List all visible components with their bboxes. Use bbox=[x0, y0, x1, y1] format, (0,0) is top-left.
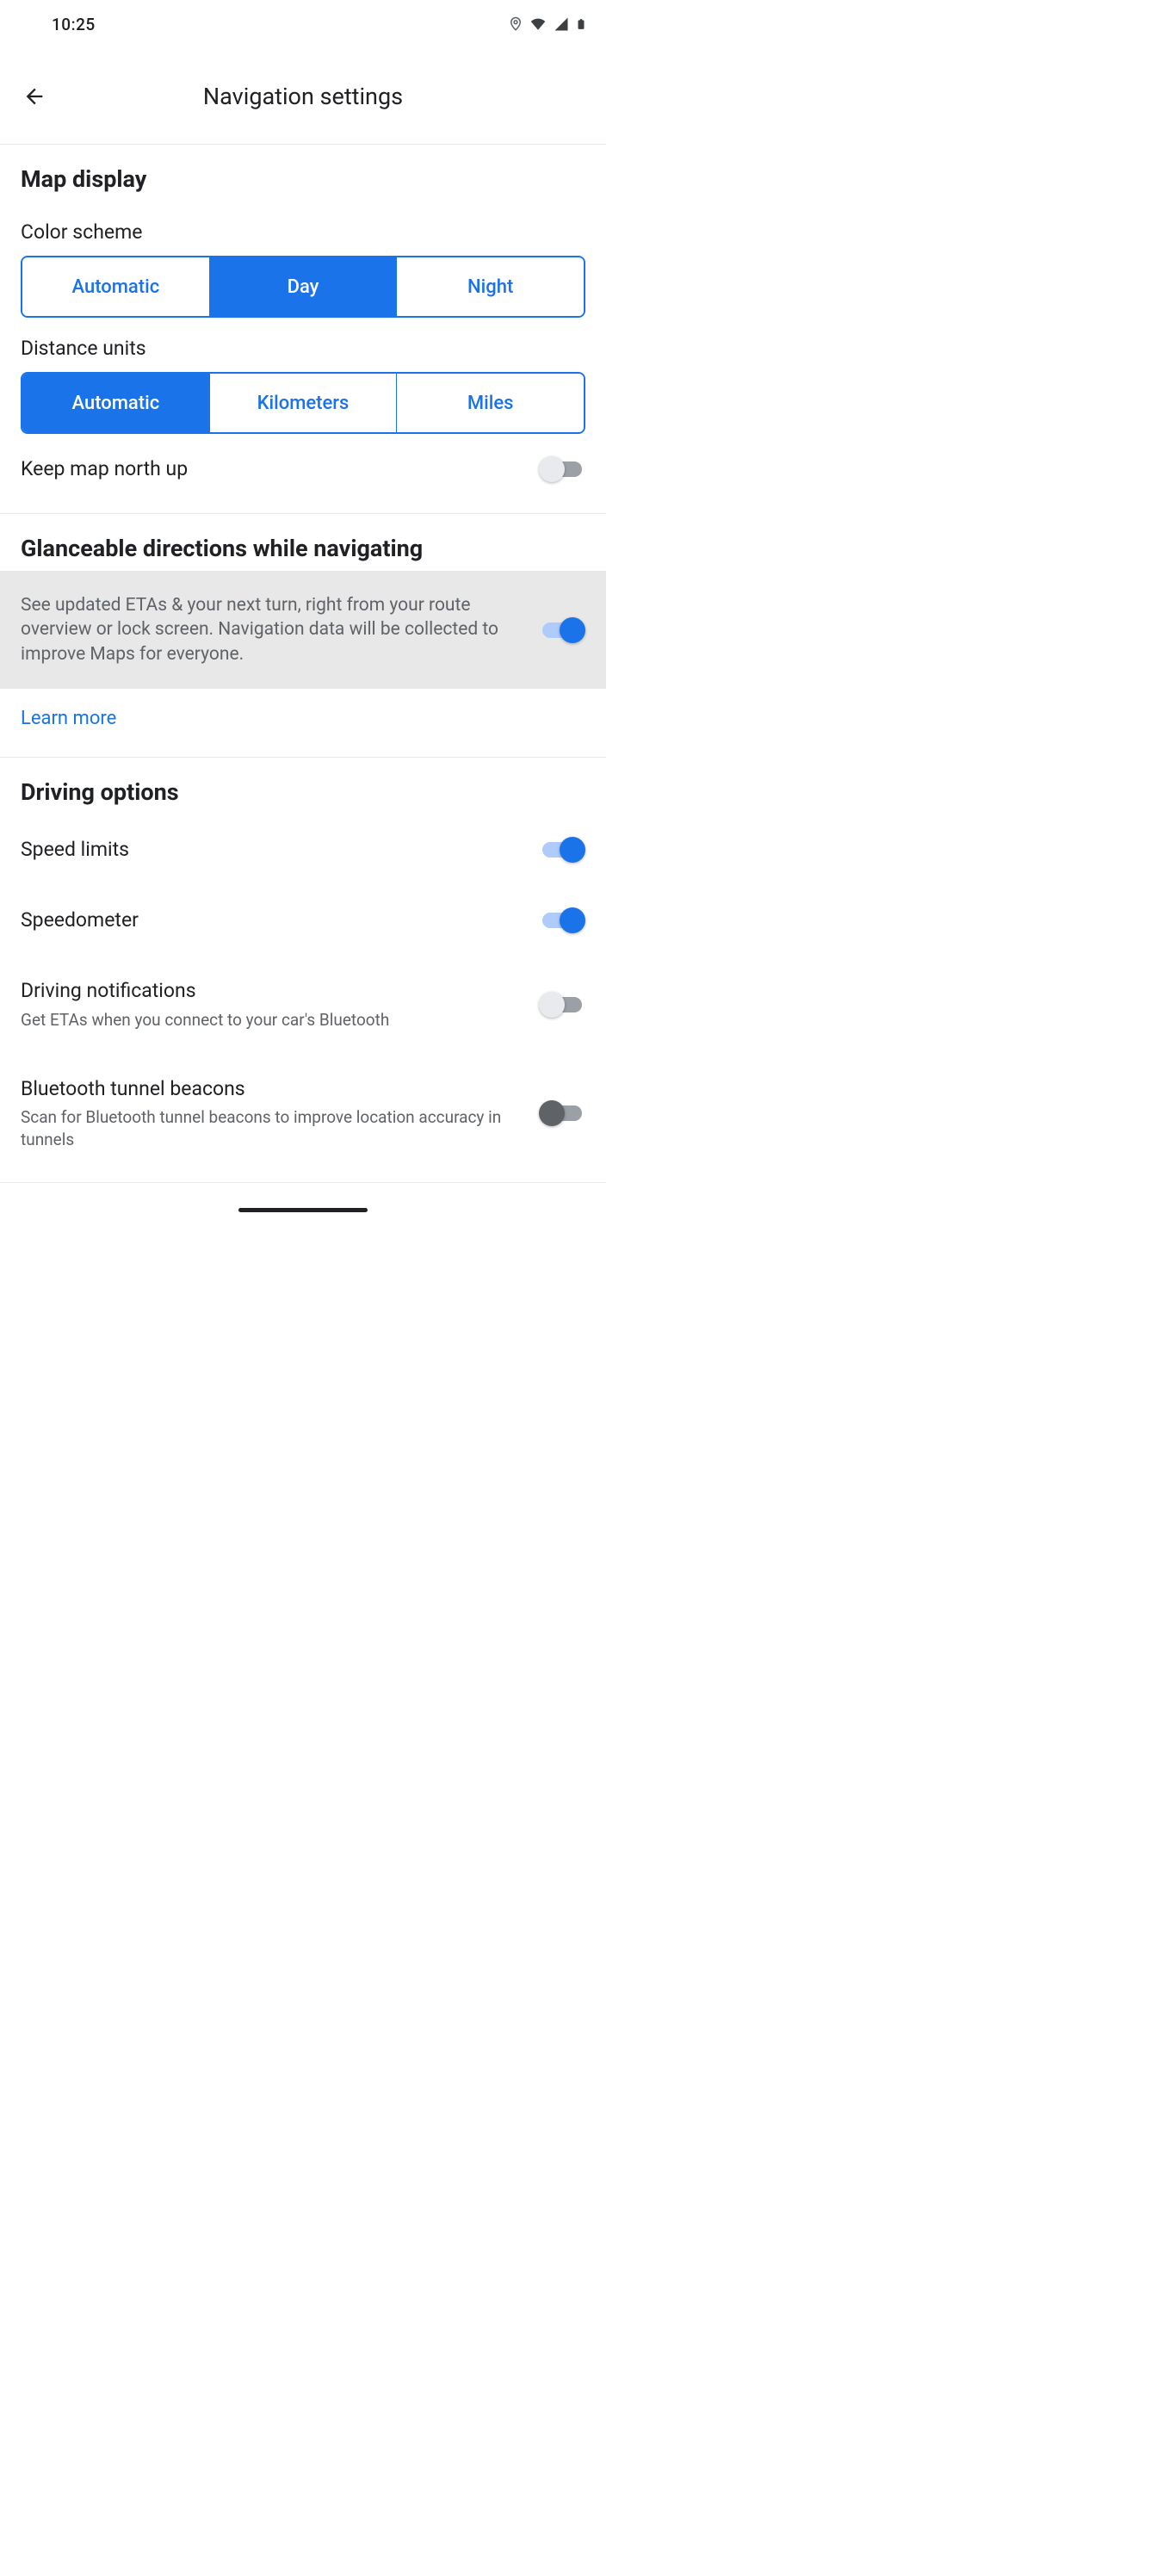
speedometer-row[interactable]: Speedometer bbox=[0, 885, 606, 956]
distance-units-group: Automatic Kilometers Miles bbox=[21, 372, 585, 434]
speedometer-switch[interactable] bbox=[539, 907, 585, 933]
bluetooth-beacons-sub: Scan for Bluetooth tunnel beacons to imp… bbox=[21, 1106, 522, 1150]
status-bar: 10:25 bbox=[0, 0, 606, 48]
speed-limits-switch[interactable] bbox=[539, 837, 585, 863]
status-time: 10:25 bbox=[52, 15, 96, 34]
color-scheme-night[interactable]: Night bbox=[397, 257, 584, 316]
speed-limits-label: Speed limits bbox=[21, 837, 522, 863]
bluetooth-beacons-switch[interactable] bbox=[539, 1100, 585, 1126]
driving-notifications-row[interactable]: Driving notifications Get ETAs when you … bbox=[0, 956, 606, 1054]
distance-units-kilometers[interactable]: Kilometers bbox=[210, 374, 398, 432]
color-scheme-label: Color scheme bbox=[0, 201, 606, 256]
distance-units-label: Distance units bbox=[0, 318, 606, 372]
keep-north-switch[interactable] bbox=[539, 456, 585, 482]
color-scheme-automatic[interactable]: Automatic bbox=[22, 257, 210, 316]
wifi-icon bbox=[529, 16, 548, 32]
driving-notifications-label: Driving notifications bbox=[21, 978, 522, 1004]
glanceable-row[interactable]: See updated ETAs & your next turn, right… bbox=[0, 571, 606, 689]
driving-notifications-switch[interactable] bbox=[539, 992, 585, 1018]
color-scheme-day[interactable]: Day bbox=[210, 257, 398, 316]
keep-north-row[interactable]: Keep map north up bbox=[0, 434, 606, 505]
arrow-back-icon bbox=[22, 84, 46, 108]
glanceable-desc: See updated ETAs & your next turn, right… bbox=[21, 593, 522, 666]
learn-more-link[interactable]: Learn more bbox=[0, 689, 606, 748]
color-scheme-group: Automatic Day Night bbox=[21, 256, 585, 318]
back-button[interactable] bbox=[14, 76, 55, 117]
gesture-bar bbox=[0, 1183, 606, 1221]
bluetooth-beacons-row[interactable]: Bluetooth tunnel beacons Scan for Blueto… bbox=[0, 1054, 606, 1173]
distance-units-automatic[interactable]: Automatic bbox=[22, 374, 210, 432]
battery-icon bbox=[575, 15, 587, 34]
speedometer-label: Speedometer bbox=[21, 907, 522, 933]
driving-notifications-sub: Get ETAs when you connect to your car's … bbox=[21, 1009, 522, 1031]
section-driving-options: Driving options bbox=[0, 758, 606, 814]
glanceable-switch[interactable] bbox=[539, 617, 585, 643]
page-title: Navigation settings bbox=[0, 83, 606, 110]
app-bar: Navigation settings bbox=[0, 48, 606, 145]
status-icons bbox=[508, 15, 587, 34]
section-map-display: Map display bbox=[0, 145, 606, 201]
speed-limits-row[interactable]: Speed limits bbox=[0, 814, 606, 885]
section-glanceable: Glanceable directions while navigating bbox=[0, 514, 606, 571]
cellular-icon bbox=[553, 16, 570, 32]
keep-north-label: Keep map north up bbox=[21, 456, 522, 482]
location-icon bbox=[508, 15, 523, 34]
bluetooth-beacons-label: Bluetooth tunnel beacons bbox=[21, 1076, 522, 1102]
distance-units-miles[interactable]: Miles bbox=[397, 374, 584, 432]
